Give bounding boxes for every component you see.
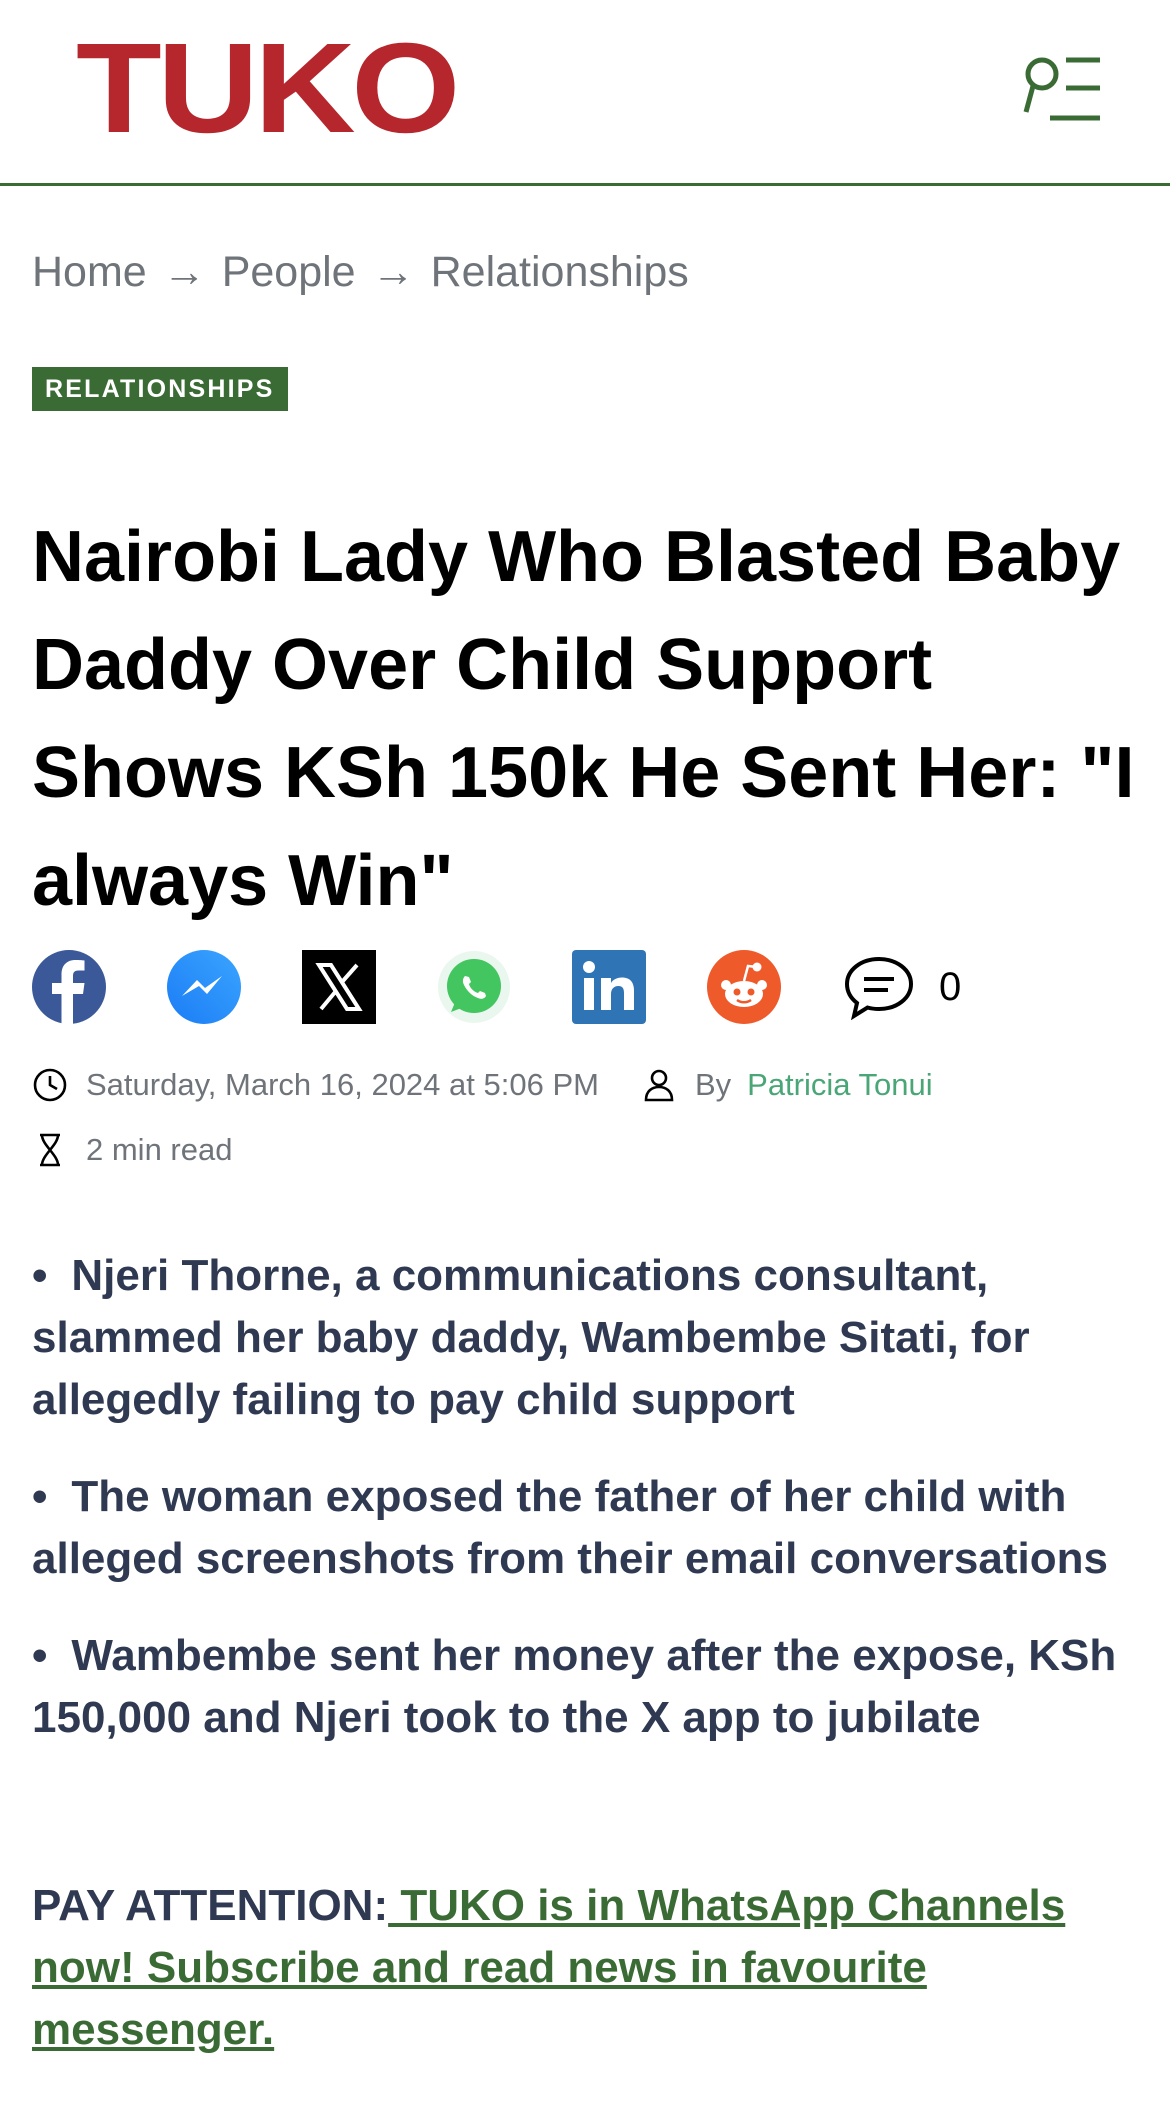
- share-whatsapp-button[interactable]: [437, 950, 511, 1024]
- pay-attention-promo: PAY ATTENTION: TUKO is in WhatsApp Chan­…: [32, 1875, 1142, 2061]
- share-bar: 0: [32, 950, 961, 1024]
- breadcrumb-people[interactable]: People: [222, 248, 356, 297]
- share-x-button[interactable]: [302, 950, 376, 1024]
- list-item: • The woman exposed the father of her chi…: [32, 1472, 1108, 1583]
- comment-icon: [844, 956, 914, 1021]
- publish-date: Saturday, March 16, 2024 at 5:06 PM: [86, 1067, 599, 1102]
- read-time-row: 2 min read: [32, 1132, 232, 1168]
- article-meta: Saturday, March 16, 2024 at 5:06 PM By P…: [32, 1067, 933, 1103]
- share-messenger-button[interactable]: [167, 950, 241, 1024]
- highlight-text: Wambembe sent her money after the expose…: [32, 1631, 1117, 1742]
- reddit-icon: [707, 950, 781, 1024]
- tuko-logo[interactable]: TUKO: [76, 17, 460, 160]
- user-icon: [644, 1069, 674, 1102]
- breadcrumb-home[interactable]: Home: [32, 248, 147, 297]
- site-header: TUKO: [0, 0, 1170, 186]
- author-link[interactable]: Patricia Tonui: [747, 1067, 933, 1103]
- category-badge[interactable]: RELATIONSHIPS: [32, 367, 288, 411]
- clock-icon: [33, 1068, 67, 1102]
- author-by-label: By: [694, 1067, 732, 1102]
- linkedin-icon: [572, 950, 646, 1024]
- svg-text:TUKO: TUKO: [76, 32, 456, 144]
- search-menu-icon: [1023, 57, 1100, 121]
- share-linkedin-button[interactable]: [572, 950, 646, 1024]
- messenger-icon: [167, 950, 241, 1024]
- share-facebook-button[interactable]: [32, 950, 106, 1024]
- share-reddit-button[interactable]: [707, 950, 781, 1024]
- breadcrumb-separator: →: [371, 248, 415, 296]
- pay-attention-label: PAY ATTENTION:: [32, 1881, 389, 1930]
- breadcrumb-separator: →: [162, 248, 206, 296]
- hourglass-icon: [40, 1133, 60, 1167]
- breadcrumb-relationships[interactable]: Relationships: [431, 248, 689, 297]
- breadcrumb: Home → People → Relationships: [32, 248, 689, 297]
- list-item: • Njeri Thorne, a communications consulta…: [32, 1251, 1030, 1424]
- facebook-icon: [32, 950, 106, 1024]
- article-highlights: • Njeri Thorne, a communications consulta…: [32, 1245, 1162, 1784]
- highlight-text: The woman exposed the father of her chil…: [32, 1472, 1108, 1583]
- whatsapp-icon: [438, 951, 510, 1023]
- list-item: • Wambembe sent her money after the expos…: [32, 1631, 1117, 1742]
- comments-button[interactable]: [842, 950, 916, 1024]
- highlight-text: Njeri Thorne, a communications consultan…: [32, 1251, 1030, 1424]
- search-menu-button[interactable]: [1020, 52, 1104, 128]
- x-icon: [302, 950, 376, 1024]
- comment-count[interactable]: 0: [939, 965, 961, 1010]
- article-title: Nairobi Lady Who Blasted Baby Daddy Over…: [32, 517, 1135, 921]
- read-time: 2 min read: [86, 1132, 233, 1167]
